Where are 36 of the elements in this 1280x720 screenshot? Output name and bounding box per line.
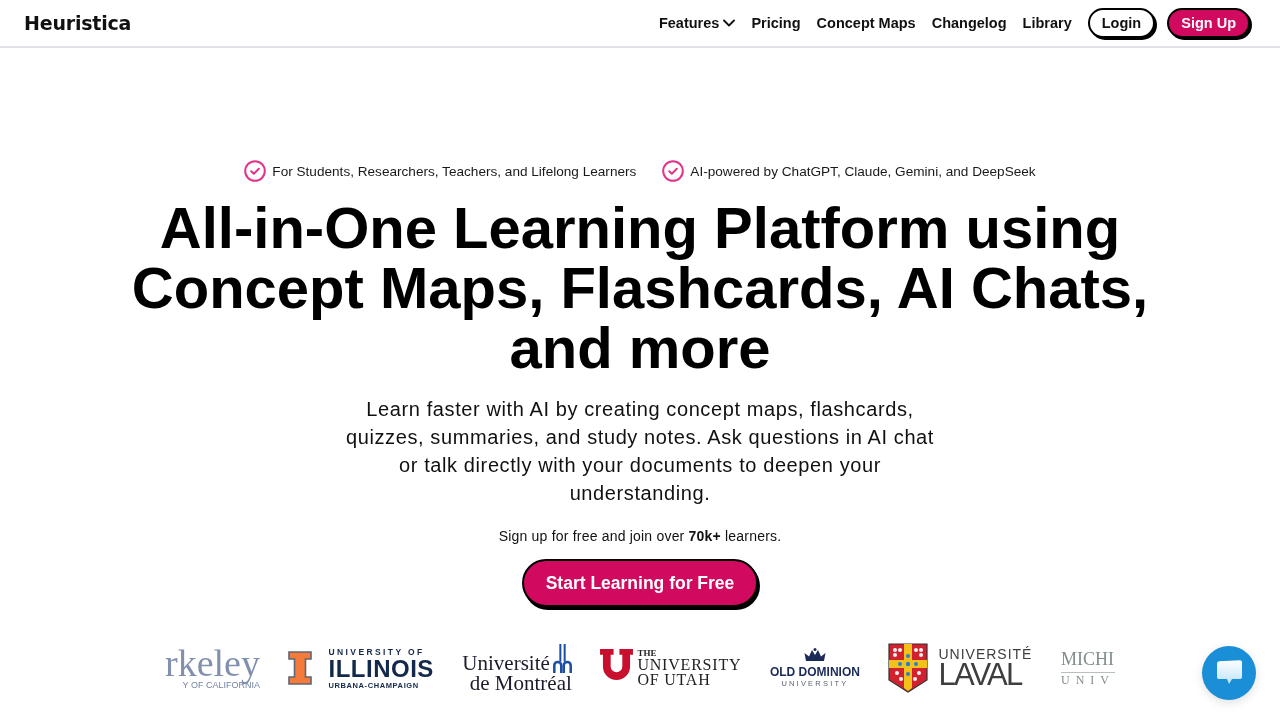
university-logo-text: de Montréal xyxy=(469,672,572,693)
university-logo-text: MICHI xyxy=(1061,648,1115,673)
university-logo-text: Université xyxy=(462,652,550,673)
university-logo-text: UNIVERSITY OF xyxy=(328,646,426,657)
start-learning-button[interactable]: Start Learning for Free xyxy=(521,559,759,607)
chat-button[interactable] xyxy=(1202,646,1256,700)
university-logo-text: THE xyxy=(637,649,658,658)
university-logo-text: LAVAL xyxy=(938,661,1022,689)
speech-bubble-icon xyxy=(1215,660,1243,686)
features-menu[interactable]: Features xyxy=(658,15,736,31)
nav-link[interactable]: Library xyxy=(1022,15,1072,31)
nav-link[interactable]: Concept Maps xyxy=(816,15,916,31)
nav-link[interactable]: Pricing xyxy=(751,15,801,31)
university-logo-text: UNIV xyxy=(1061,672,1115,688)
coat-of-arms-icon xyxy=(888,643,929,693)
hero-heading: All-in-One Learning Platform using Concept Maps, Flashcards, AI Chats, and more xyxy=(130,198,1150,378)
check-circle-icon xyxy=(662,160,685,182)
university-logo-text: OLD DOMINION xyxy=(769,665,860,679)
signup-button[interactable]: Sign Up xyxy=(1167,8,1250,38)
crown-icon xyxy=(803,648,826,662)
arch-emblem-icon xyxy=(552,643,572,673)
audience-label: For Students, Researchers, Teachers, and Lifelong Learners xyxy=(272,163,637,179)
chevron-down-icon xyxy=(723,19,736,27)
university-logo-text: ILLINOIS xyxy=(328,656,434,681)
signup-note: Sign up for free and join over 70k+ learners. xyxy=(498,527,782,546)
audience-label: AI-powered by ChatGPT, Claude, Gemini, and DeepSeek xyxy=(690,163,1036,179)
check-circle-icon xyxy=(244,160,267,182)
hero-description: Learn faster with AI by creating concept maps, flashcards, quizzes, summaries, and study notes. Ask questions in AI chat or talk directly with your documents to deepen your understanding. xyxy=(345,397,935,506)
university-logo-text: OF UTAH xyxy=(637,672,712,687)
university-logo-text: UNIVERSITY xyxy=(637,658,742,672)
block-letter-u-icon xyxy=(600,649,634,680)
nav-link[interactable]: Changelog xyxy=(931,15,1007,31)
brand-name[interactable]: Heuristica xyxy=(24,12,132,34)
login-button[interactable]: Login xyxy=(1087,8,1156,38)
university-logo-text: UNIVERSITÉ xyxy=(938,647,1033,661)
block-letter-i-icon xyxy=(288,651,313,685)
